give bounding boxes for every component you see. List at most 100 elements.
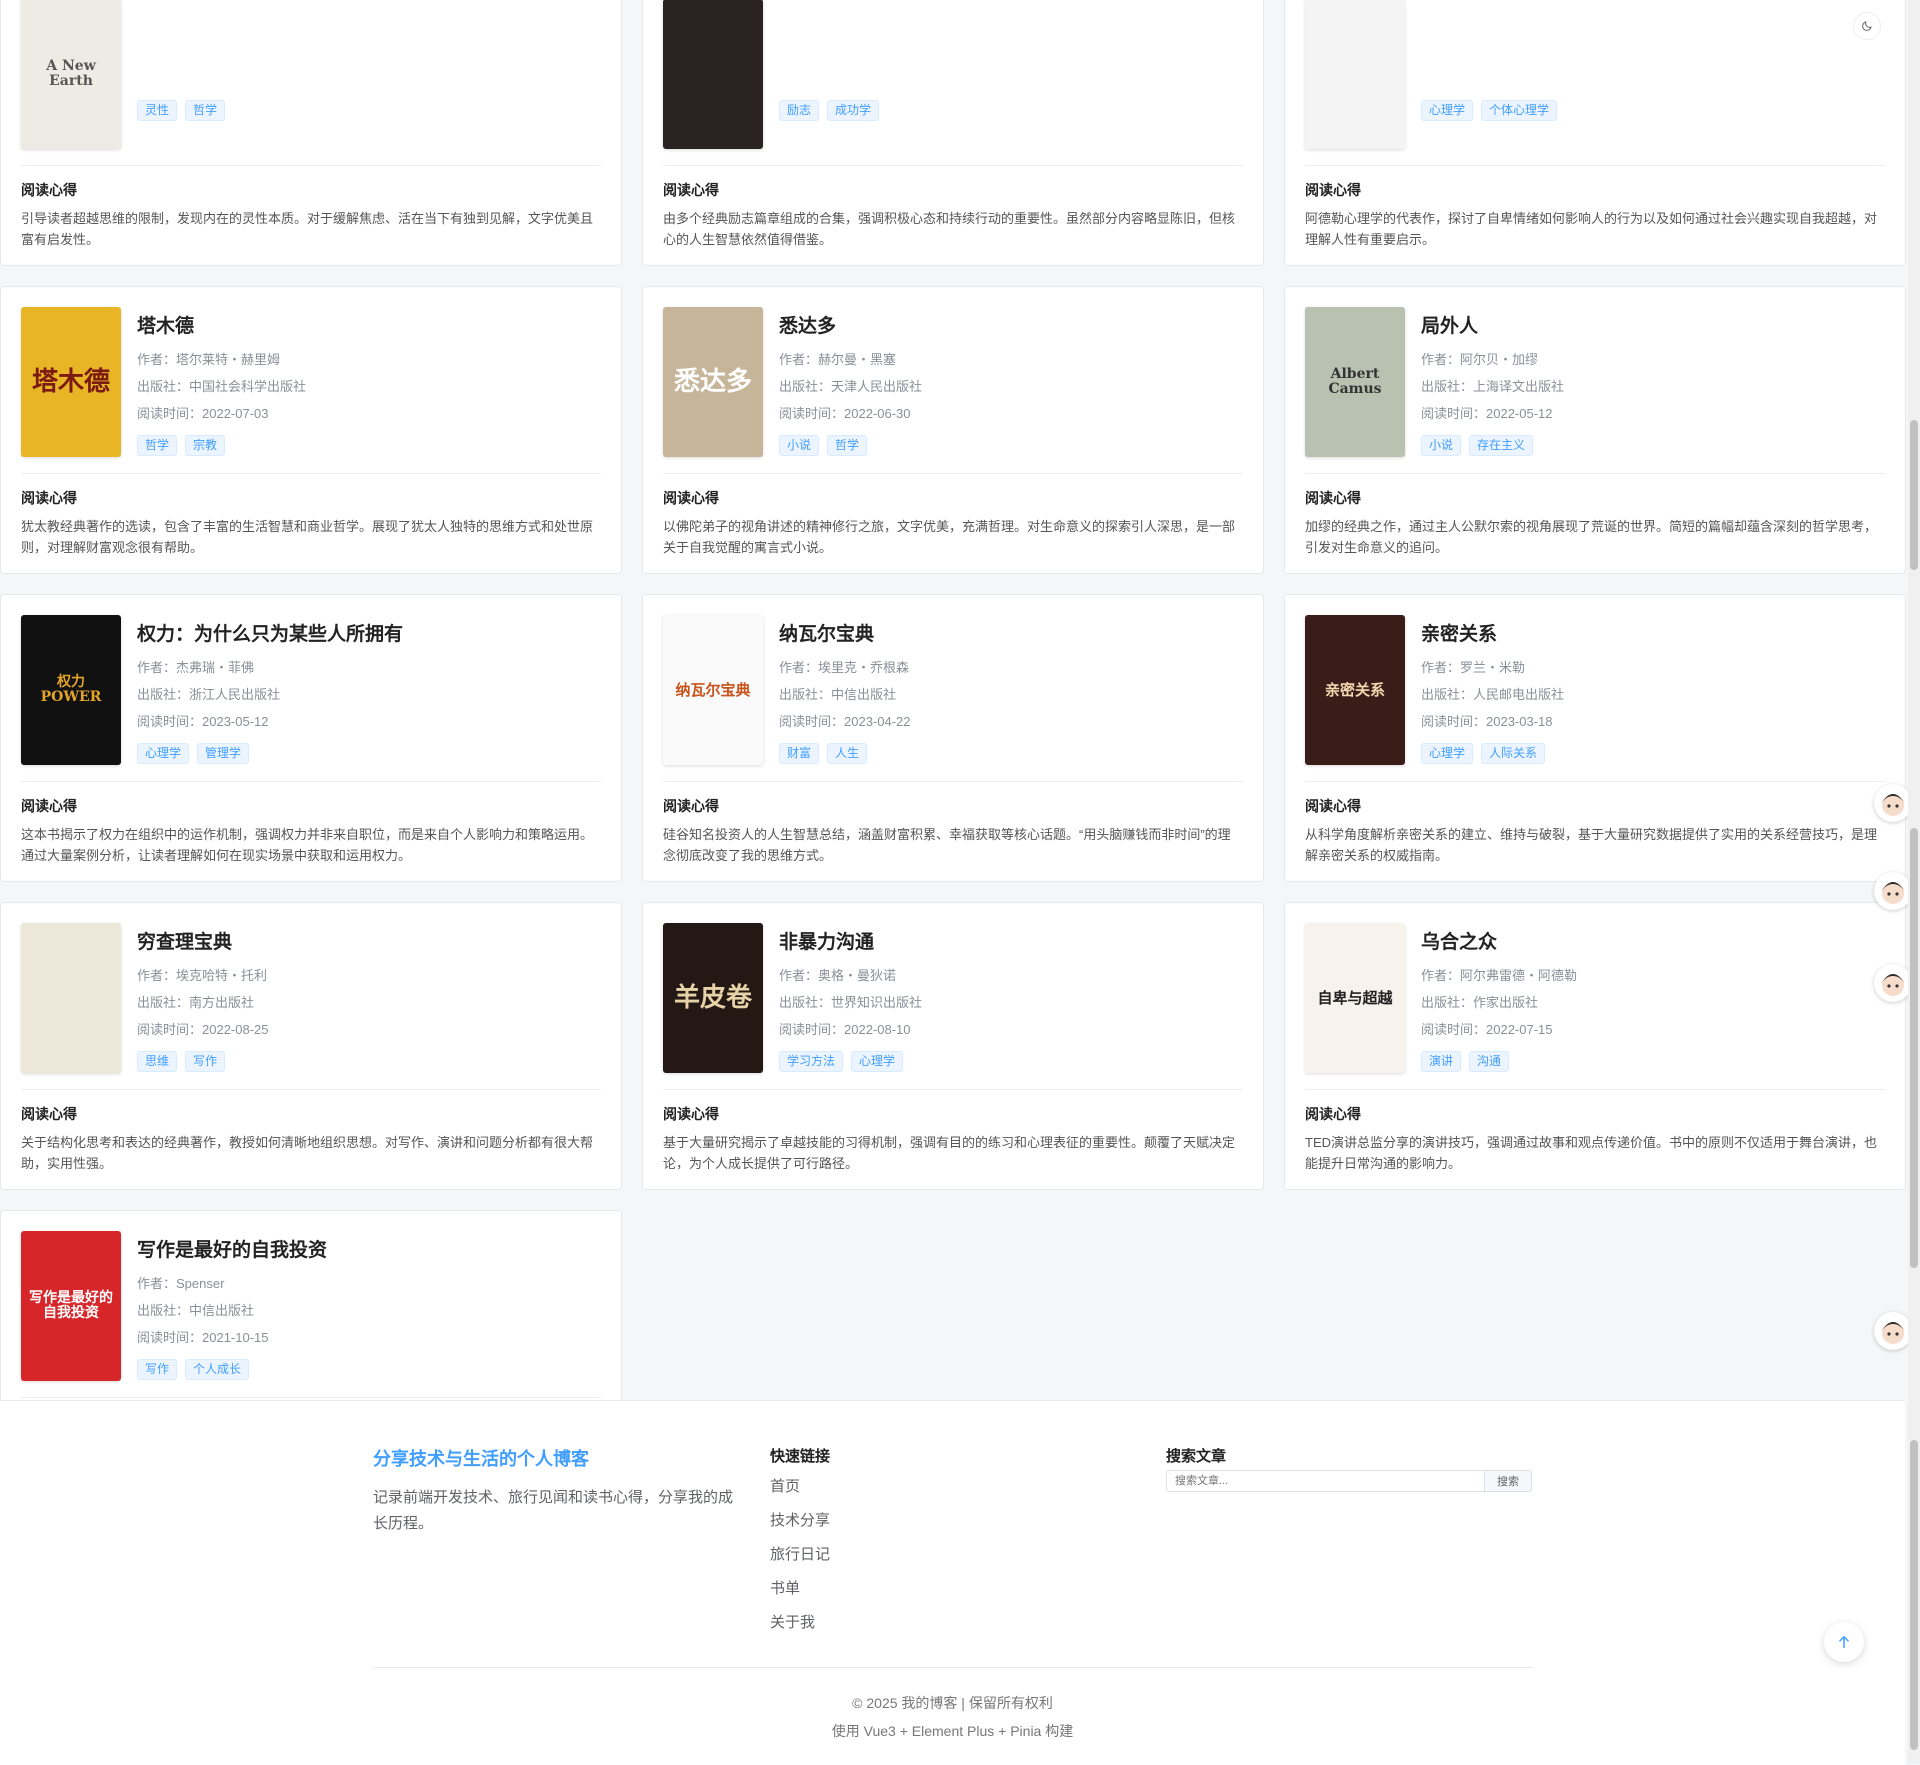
- date-value: 2021-10-15: [202, 1330, 269, 1345]
- book-title[interactable]: 亲密关系: [1421, 619, 1564, 646]
- book-cover[interactable]: 纳瓦尔宝典: [663, 615, 763, 765]
- book-cover[interactable]: 羊皮卷: [663, 923, 763, 1073]
- date-value: 2022-07-03: [202, 406, 269, 421]
- book-cover[interactable]: [21, 923, 121, 1073]
- book-cover[interactable]: 亲密关系: [1305, 615, 1405, 765]
- footer-about: 分享技术与生活的个人博客 记录前端开发技术、旅行见闻和读书心得，分享我的成长历程…: [373, 1445, 733, 1537]
- scrollbar[interactable]: [1908, 0, 1920, 1764]
- footer-link-travel[interactable]: 旅行日记: [770, 1538, 830, 1572]
- cover-title: [67, 994, 75, 1002]
- book-card[interactable]: 穷查理宝典 作者：埃克哈特・托利 出版社：南方出版社 阅读时间：2022-08-…: [0, 902, 622, 1190]
- book-card[interactable]: 作者： 出版社： 阅读时间： 励志成功学 阅读心得 由多个经典励志篇章组成的合集…: [642, 0, 1264, 266]
- book-card[interactable]: 纳瓦尔宝典 纳瓦尔宝典 作者：埃里克・乔根森 出版社：中信出版社 阅读时间：20…: [642, 594, 1264, 882]
- author-label: 作者：: [137, 968, 177, 983]
- scrollbar-thumb[interactable]: [1910, 420, 1918, 570]
- book-card[interactable]: 自卑与超越 乌合之众 作者：阿尔弗雷德・阿德勒 出版社：作家出版社 阅读时间：2…: [1284, 902, 1906, 1190]
- copyright-text: © 2025 我的博客 | 保留所有权利: [852, 1695, 1053, 1711]
- tag[interactable]: 财富: [779, 743, 820, 764]
- book-card[interactable]: A New Earth 作者： 出版社： 阅读时间： 灵性哲学 阅读心得 引导读…: [0, 0, 622, 266]
- tag[interactable]: 成功学: [827, 100, 880, 121]
- tag[interactable]: 写作: [185, 1051, 226, 1072]
- footer-brand[interactable]: 分享技术与生活的个人博客: [373, 1445, 733, 1471]
- footer-link-home[interactable]: 首页: [770, 1470, 830, 1504]
- book-title[interactable]: 穷查理宝典: [137, 927, 269, 954]
- tag[interactable]: 励志: [779, 100, 820, 121]
- book-title[interactable]: 非暴力沟通: [779, 927, 922, 954]
- book-cover[interactable]: 写作是最好的自我投资: [21, 1231, 121, 1381]
- search-input[interactable]: [1166, 1470, 1484, 1492]
- notes-title: 阅读心得: [663, 798, 719, 814]
- theme-toggle-button[interactable]: [1853, 12, 1881, 40]
- book-card[interactable]: 作者： 出版社： 阅读时间： 心理学个体心理学 阅读心得 阿德勒心理学的代表作，…: [1284, 0, 1906, 266]
- tag[interactable]: 管理学: [197, 743, 250, 764]
- footer-link-about[interactable]: 关于我: [770, 1606, 830, 1640]
- book-title[interactable]: 局外人: [1421, 311, 1564, 338]
- book-author: 作者：塔尔莱特・赫里姆: [137, 346, 306, 373]
- tag[interactable]: 心理学: [1421, 743, 1474, 764]
- book-cover[interactable]: 权力 POWER: [21, 615, 121, 765]
- book-card[interactable]: 权力 POWER 权力：为什么只为某些人所拥有 作者：杰弗瑞・菲佛 出版社：浙江…: [0, 594, 622, 882]
- book-cover[interactable]: [663, 0, 763, 149]
- book-card[interactable]: Albert Camus 局外人 作者：阿尔贝・加缪 出版社：上海译文出版社 阅…: [1284, 286, 1906, 574]
- footer-link-tech[interactable]: 技术分享: [770, 1504, 830, 1538]
- tag[interactable]: 人生: [827, 743, 868, 764]
- tag[interactable]: 人际关系: [1481, 743, 1546, 764]
- book-title[interactable]: 纳瓦尔宝典: [779, 619, 911, 646]
- book-cover[interactable]: 悉达多: [663, 307, 763, 457]
- assistant-avatar[interactable]: [1874, 784, 1912, 822]
- book-title[interactable]: 塔木德: [137, 311, 306, 338]
- tag[interactable]: 哲学: [827, 435, 868, 456]
- book-cover[interactable]: [1305, 0, 1405, 149]
- tag[interactable]: 宗教: [185, 435, 226, 456]
- tag[interactable]: 小说: [1421, 435, 1462, 456]
- tag[interactable]: 沟通: [1469, 1051, 1510, 1072]
- book-publisher: 出版社：南方出版社: [137, 989, 269, 1016]
- book-info: 写作是最好的自我投资 作者：Spenser 出版社：中信出版社 阅读时间：202…: [137, 1231, 327, 1381]
- assistant-avatar[interactable]: [1874, 964, 1912, 1002]
- tag[interactable]: 个人成长: [185, 1359, 250, 1380]
- tag[interactable]: 思维: [137, 1051, 178, 1072]
- scrollbar-thumb[interactable]: [1910, 1440, 1918, 1750]
- scrollbar-thumb[interactable]: [1910, 828, 1918, 1268]
- footer-link-books[interactable]: 书单: [770, 1572, 830, 1606]
- book-title[interactable]: 权力：为什么只为某些人所拥有: [137, 619, 403, 646]
- book-card[interactable]: 悉达多 悉达多 作者：赫尔曼・黑塞 出版社：天津人民出版社 阅读时间：2022-…: [642, 286, 1264, 574]
- tag[interactable]: 个体心理学: [1481, 100, 1558, 121]
- tag[interactable]: 存在主义: [1469, 435, 1534, 456]
- tag[interactable]: 灵性: [137, 100, 178, 121]
- date-label: 阅读时间：: [1421, 1022, 1487, 1037]
- tag[interactable]: 心理学: [1421, 100, 1474, 121]
- tag[interactable]: 写作: [137, 1359, 178, 1380]
- book-title[interactable]: 写作是最好的自我投资: [137, 1235, 327, 1262]
- cover-title: Albert Camus: [1328, 365, 1382, 397]
- assistant-avatar[interactable]: [1874, 1312, 1912, 1350]
- book-tags: 小说 哲学: [779, 435, 922, 456]
- book-cover[interactable]: 自卑与超越: [1305, 923, 1405, 1073]
- search-button[interactable]: 搜索: [1484, 1470, 1532, 1492]
- book-title[interactable]: 乌合之众: [1421, 927, 1577, 954]
- tag[interactable]: 心理学: [137, 743, 190, 764]
- book-author: 作者：奥格・曼狄诺: [779, 962, 922, 989]
- tag[interactable]: 演讲: [1421, 1051, 1462, 1072]
- tag[interactable]: 小说: [779, 435, 820, 456]
- assistant-avatar[interactable]: [1874, 872, 1912, 910]
- tag[interactable]: 哲学: [185, 100, 226, 121]
- book-card-header: 作者： 出版社： 阅读时间： 心理学个体心理学: [1305, 0, 1885, 149]
- book-cover[interactable]: Albert Camus: [1305, 307, 1405, 457]
- tag[interactable]: 哲学: [137, 435, 178, 456]
- search-heading: 搜索文章: [1166, 1448, 1227, 1465]
- book-cover[interactable]: A New Earth: [21, 0, 121, 149]
- book-card[interactable]: 塔木德 塔木德 作者：塔尔莱特・赫里姆 出版社：中国社会科学出版社 阅读时间：2…: [0, 286, 622, 574]
- book-card-header: 作者： 出版社： 阅读时间： 励志成功学: [663, 0, 1243, 149]
- publisher-value: 南方出版社: [189, 995, 255, 1010]
- back-to-top-button[interactable]: [1824, 1622, 1864, 1662]
- notes-body: 以佛陀弟子的视角讲述的精神修行之旅，文字优美，充满哲理。对生命意义的探索引人深思…: [663, 519, 1236, 555]
- book-tags: 励志 成功学: [779, 100, 880, 121]
- book-cover[interactable]: 塔木德: [21, 307, 121, 457]
- book-card[interactable]: 羊皮卷 非暴力沟通 作者：奥格・曼狄诺 出版社：世界知识出版社 阅读时间：202…: [642, 902, 1264, 1190]
- tag[interactable]: 学习方法: [779, 1051, 844, 1072]
- moon-icon: [1862, 21, 1872, 31]
- book-title[interactable]: 悉达多: [779, 311, 922, 338]
- tag[interactable]: 心理学: [851, 1051, 904, 1072]
- book-card[interactable]: 亲密关系 亲密关系 作者：罗兰・米勒 出版社：人民邮电出版社 阅读时间：2023…: [1284, 594, 1906, 882]
